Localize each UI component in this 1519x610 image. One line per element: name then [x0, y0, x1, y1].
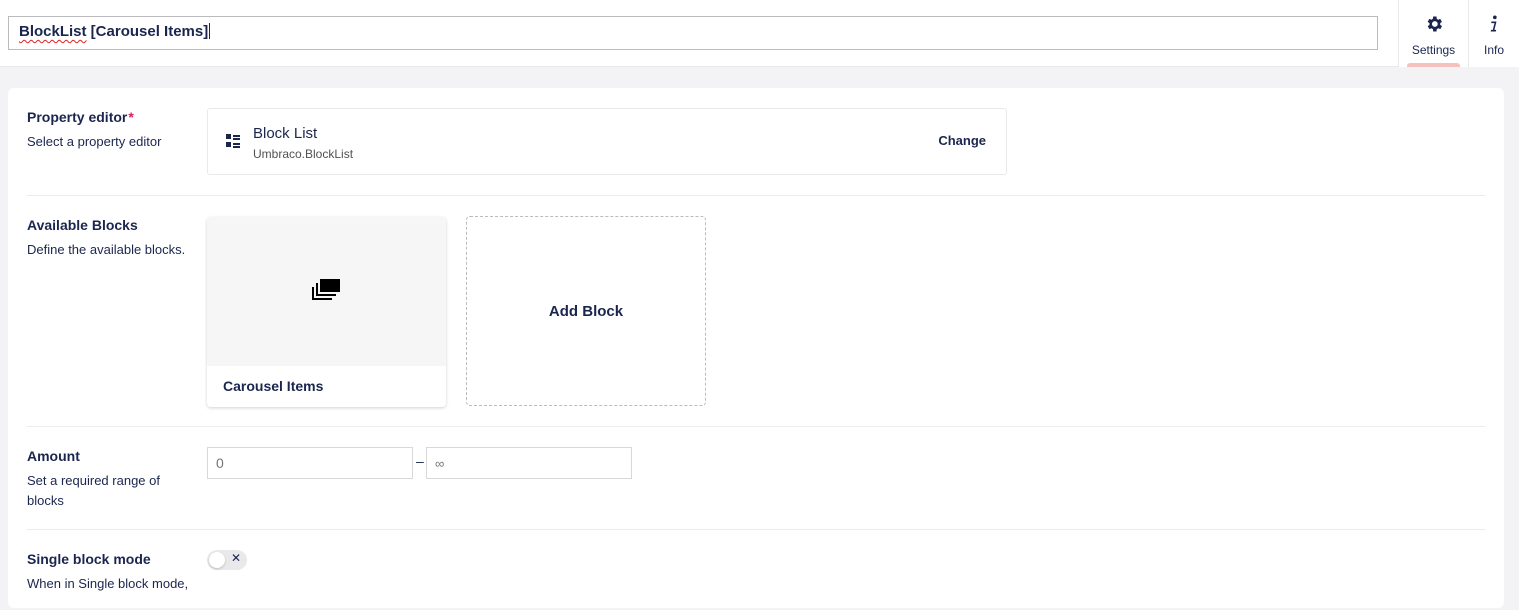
close-icon: ✕	[231, 551, 242, 565]
block-title: Carousel Items	[223, 378, 324, 394]
amount-separator: –	[416, 453, 424, 469]
available-blocks-description: Define the available blocks.	[27, 242, 186, 257]
settings-app-button[interactable]: Settings	[1398, 0, 1468, 67]
gear-icon	[1424, 14, 1444, 39]
change-button[interactable]: Change	[938, 133, 986, 148]
active-app-indicator	[1407, 63, 1460, 67]
info-app-button[interactable]: Info	[1468, 0, 1519, 67]
block-preview	[207, 217, 446, 366]
property-editor-name: Block List	[253, 125, 318, 142]
property-editor-description: Select a property editor	[27, 134, 162, 149]
single-block-mode-description: When in Single block mode,	[27, 576, 189, 591]
available-blocks-label: Available Blocks	[27, 217, 138, 233]
amount-label: Amount	[27, 448, 80, 464]
add-block-button[interactable]: Add Block	[466, 216, 706, 406]
required-marker: *	[128, 109, 134, 125]
amount-description: Set a required range of blocks	[27, 473, 160, 508]
block-list-icon	[226, 134, 240, 153]
amount-max-input[interactable]	[426, 447, 632, 479]
toggle-knob	[209, 552, 225, 568]
single-block-mode-row: Single block mode When in Single block m…	[27, 530, 1485, 610]
amount-min-input[interactable]	[207, 447, 413, 479]
property-editor-row: Property editor* Select a property edito…	[27, 88, 1485, 195]
settings-panel: Property editor* Select a property edito…	[8, 88, 1504, 608]
name-input[interactable]	[8, 16, 1378, 50]
property-editor-alias: Umbraco.BlockList	[253, 147, 354, 161]
single-block-mode-toggle[interactable]: ✕	[207, 550, 247, 570]
settings-app-label: Settings	[1411, 43, 1456, 57]
block-card-carousel-items[interactable]: Carousel Items	[207, 217, 446, 407]
info-app-label: Info	[1483, 43, 1504, 57]
property-editor-label: Property editor*	[27, 109, 134, 125]
property-editor-picker[interactable]: Block List Umbraco.BlockList Change	[207, 108, 1007, 175]
single-block-mode-label: Single block mode	[27, 551, 151, 567]
editor-header: BlockList [Carousel Items] Settings Info	[0, 0, 1519, 67]
info-icon	[1484, 14, 1504, 39]
